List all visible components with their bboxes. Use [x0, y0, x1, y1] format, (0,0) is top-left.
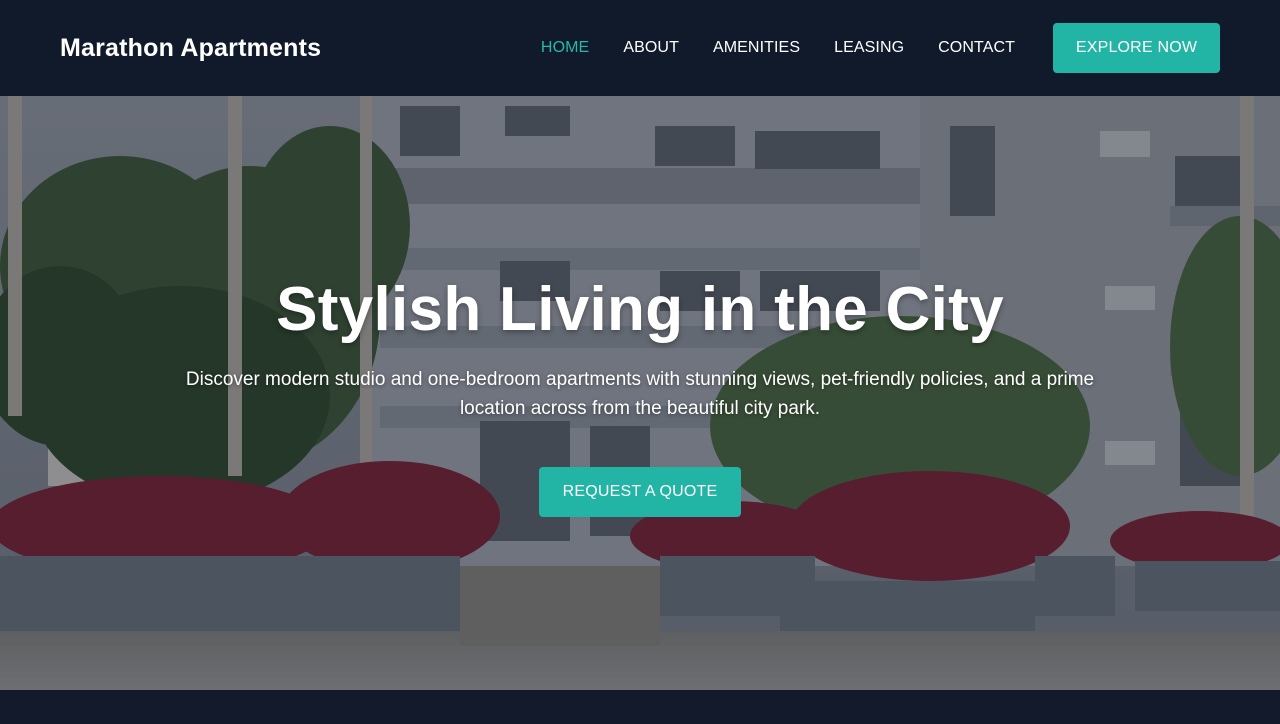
hero-title: Stylish Living in the City [276, 275, 1004, 344]
nav-link-home[interactable]: HOME [541, 39, 589, 57]
request-quote-button[interactable]: REQUEST A QUOTE [539, 467, 741, 517]
main-nav: HOME ABOUT AMENITIES LEASING CONTACT [507, 39, 1015, 57]
site-logo[interactable]: Marathon Apartments [60, 34, 321, 63]
nav-right: HOME ABOUT AMENITIES LEASING CONTACT EXP… [507, 23, 1220, 73]
nav-link-contact[interactable]: CONTACT [938, 39, 1015, 57]
site-header: Marathon Apartments HOME ABOUT AMENITIES… [0, 0, 1280, 96]
hero-section: Stylish Living in the City Discover mode… [0, 96, 1280, 690]
nav-link-about[interactable]: ABOUT [623, 39, 679, 57]
hero-subtitle: Discover modern studio and one-bedroom a… [185, 369, 1095, 419]
hero-content: Stylish Living in the City Discover mode… [0, 96, 1280, 690]
next-section-edge [0, 690, 1280, 724]
nav-link-leasing[interactable]: LEASING [834, 39, 904, 57]
nav-link-amenities[interactable]: AMENITIES [713, 39, 800, 57]
explore-now-button[interactable]: EXPLORE NOW [1053, 23, 1220, 73]
